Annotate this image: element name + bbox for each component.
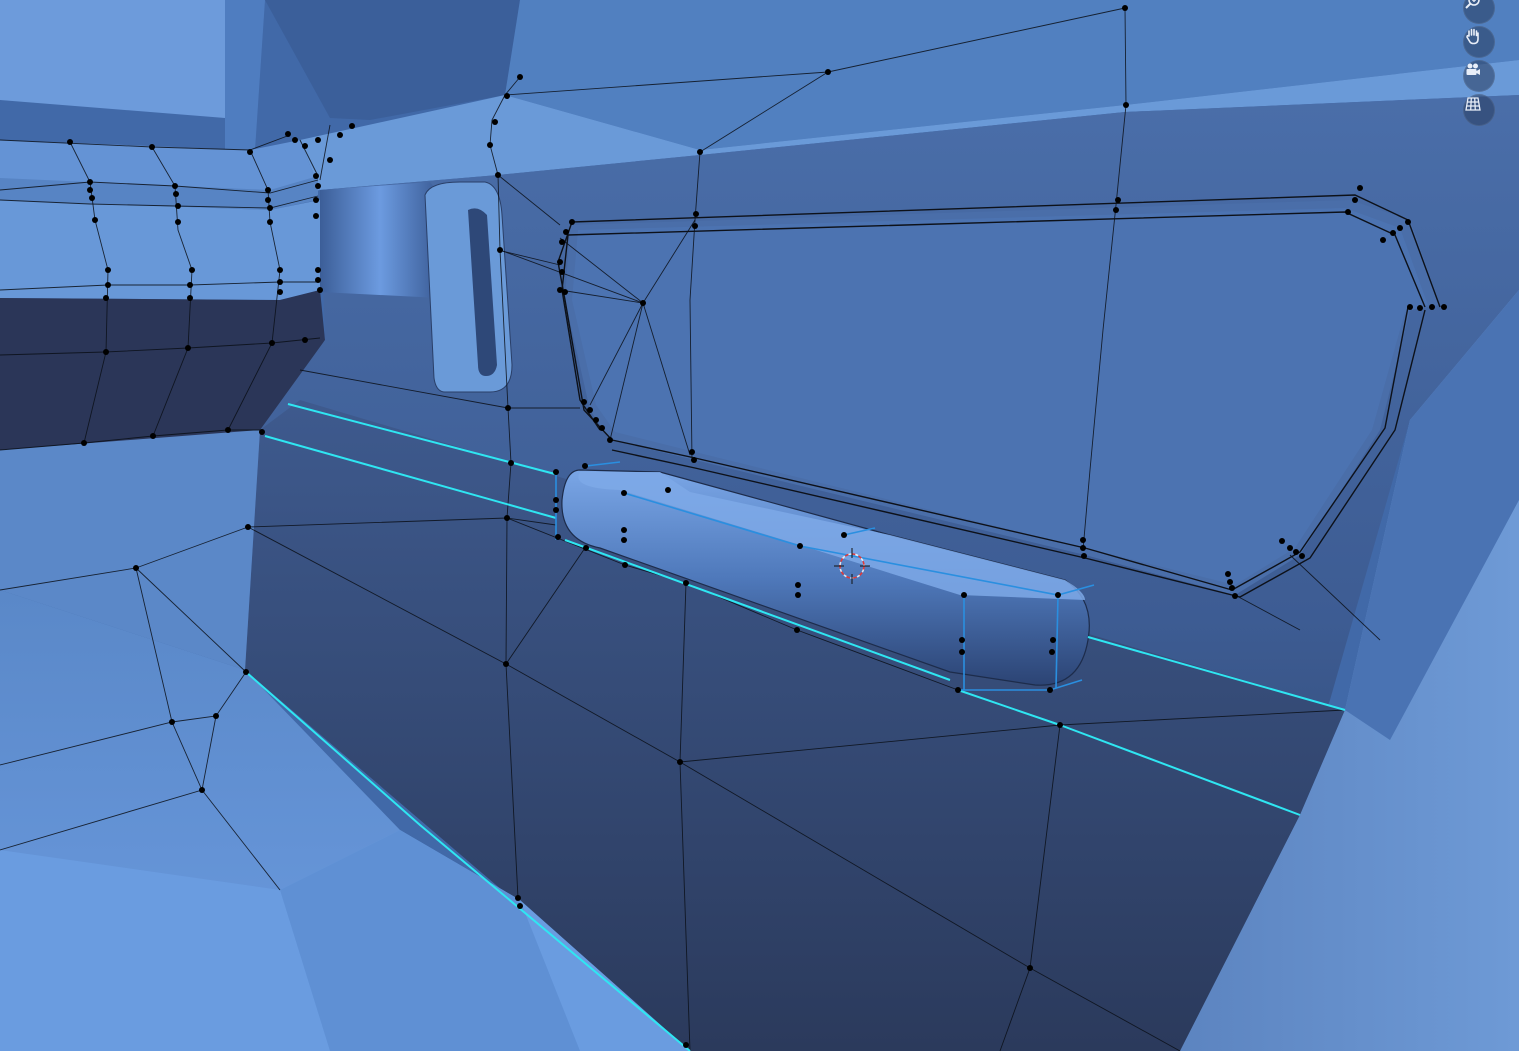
- zoom-button[interactable]: [1463, 0, 1495, 24]
- pan-button[interactable]: [1463, 26, 1495, 58]
- hand-icon: [1466, 28, 1479, 45]
- navigation-gizmo: [1463, 0, 1495, 128]
- bracket-arm: [320, 182, 440, 298]
- mesh-render[interactable]: [0, 0, 1519, 1051]
- grid-icon: [1465, 97, 1481, 111]
- camera-icon: [1466, 63, 1480, 75]
- magnifier-plus-icon: [1465, 0, 1480, 9]
- camera-button[interactable]: [1463, 60, 1495, 92]
- ortho-grid-button[interactable]: [1463, 94, 1495, 126]
- top-left-block: [0, 0, 230, 118]
- 3d-viewport[interactable]: [0, 0, 1519, 1051]
